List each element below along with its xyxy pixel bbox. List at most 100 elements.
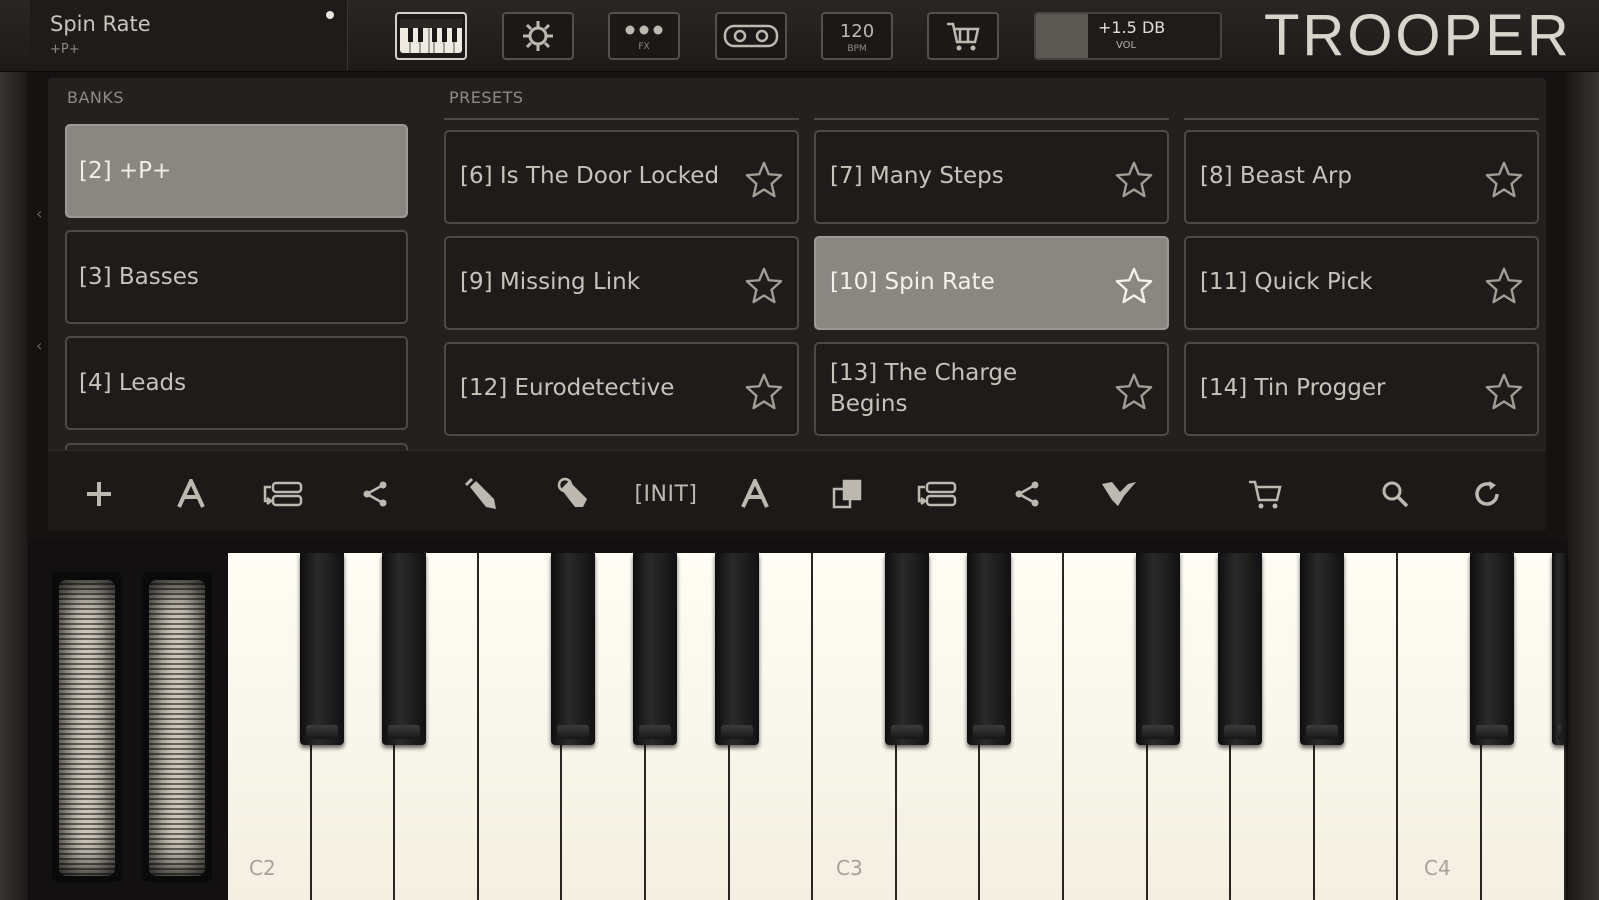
plus-icon: [87, 482, 111, 506]
reorder-icon: [263, 481, 303, 507]
scroll-left-icon[interactable]: ‹: [36, 336, 42, 355]
current-preset-display[interactable]: Spin Rate +P+: [30, 0, 348, 70]
reorder-bank-button[interactable]: [260, 472, 306, 516]
favorite-star-icon[interactable]: [745, 266, 783, 304]
preset-label: [10] Spin Rate: [830, 269, 995, 296]
piano-black-key[interactable]: [1470, 553, 1515, 745]
mod-wheel[interactable]: [149, 580, 205, 876]
preset-label: [14] Tin Progger: [1200, 375, 1386, 402]
key-label-c3: C3: [836, 856, 863, 880]
left-rail: [0, 0, 28, 900]
app-logo: TROOPER: [1258, 4, 1572, 68]
preset-item[interactable]: [14] Tin Progger: [1184, 342, 1539, 436]
bank-item[interactable]: [3] Basses: [65, 230, 408, 324]
piano-black-key[interactable]: [1299, 553, 1344, 745]
piano-black-key[interactable]: [714, 553, 759, 745]
preset-item[interactable]: [11] Quick Pick: [1184, 236, 1539, 330]
tape-button[interactable]: [715, 12, 787, 60]
tempo-button[interactable]: 120 BPM: [821, 12, 893, 60]
pitch-wheel[interactable]: [59, 580, 115, 876]
preset-label: [9] Missing Link: [460, 269, 641, 296]
store-button[interactable]: [927, 12, 999, 60]
store-link-button[interactable]: [1242, 472, 1288, 516]
tempo-icon: 120 BPM: [840, 21, 874, 54]
share-icon: [363, 481, 387, 507]
rename-icon: [177, 479, 205, 508]
piano-black-key[interactable]: [632, 553, 677, 745]
bank-item[interactable]: [2] +P+: [65, 124, 408, 218]
right-rail: [1567, 0, 1599, 900]
volume-label: VOL: [1116, 40, 1137, 51]
piano-black-key[interactable]: [299, 553, 344, 745]
delete-preset-button[interactable]: [550, 472, 596, 516]
bank-item[interactable]: [4] Leads: [65, 336, 408, 430]
share-bank-button[interactable]: [352, 472, 398, 516]
favorite-star-icon[interactable]: [1485, 266, 1523, 304]
svg-text:BPM: BPM: [847, 44, 866, 54]
preset-row-partial: [444, 118, 799, 124]
rename-icon: [741, 479, 769, 508]
presets-header: PRESETS: [449, 88, 524, 107]
volume-level-fill: [1036, 14, 1088, 58]
keyboard-icon: [400, 19, 462, 53]
cart-icon: [947, 22, 980, 51]
refresh-icon: [1475, 481, 1499, 506]
share-preset-button[interactable]: [1004, 472, 1050, 516]
move-preset-button[interactable]: [914, 472, 960, 516]
random-preset-button[interactable]: [1096, 472, 1142, 516]
preset-item[interactable]: [12] Eurodetective: [444, 342, 799, 436]
settings-button[interactable]: [502, 12, 574, 60]
bank-label: [3] Basses: [79, 264, 199, 290]
eraser-icon: [557, 477, 587, 507]
search-button[interactable]: [1372, 472, 1418, 516]
preset-item[interactable]: [7] Many Steps: [814, 130, 1169, 224]
preset-item[interactable]: [13] The Charge Begins: [814, 342, 1169, 436]
favorite-star-icon[interactable]: [1115, 266, 1153, 304]
favorite-star-icon[interactable]: [1115, 160, 1153, 198]
fx-button[interactable]: FX: [608, 12, 680, 60]
piano-black-key[interactable]: [1217, 553, 1262, 745]
preset-item[interactable]: [8] Beast Arp: [1184, 130, 1539, 224]
scroll-left-icon[interactable]: ‹: [36, 204, 42, 223]
preset-item[interactable]: [9] Missing Link: [444, 236, 799, 330]
preset-label: [12] Eurodetective: [460, 375, 675, 402]
gear-icon: [523, 21, 553, 51]
tape-icon: [723, 24, 779, 48]
piano-black-key[interactable]: [550, 553, 595, 745]
preset-item[interactable]: [10] Spin Rate: [814, 236, 1169, 330]
preset-row-partial: [814, 118, 1169, 124]
edit-preset-button[interactable]: [458, 472, 504, 516]
favorite-star-icon[interactable]: [1115, 372, 1153, 410]
copy-preset-button[interactable]: [824, 472, 870, 516]
cart-icon: [1249, 480, 1282, 509]
current-bank-subtitle: +P+: [50, 42, 80, 57]
piano-black-key[interactable]: [1552, 553, 1567, 745]
piano-black-key[interactable]: [885, 553, 930, 745]
copy-icon: [832, 479, 862, 509]
favorite-star-icon[interactable]: [1485, 372, 1523, 410]
search-icon: [1382, 481, 1409, 508]
refresh-button[interactable]: [1464, 472, 1510, 516]
piano-black-key[interactable]: [967, 553, 1012, 745]
preset-item[interactable]: [6] Is The Door Locked: [444, 130, 799, 224]
keyboard-view-button[interactable]: [395, 12, 467, 60]
favorite-star-icon[interactable]: [745, 372, 783, 410]
share-icon: [1015, 481, 1039, 507]
bank-label: [2] +P+: [79, 158, 172, 184]
favorite-star-icon[interactable]: [745, 160, 783, 198]
favorite-star-icon[interactable]: [1485, 160, 1523, 198]
brand-name: TROOPER: [1264, 3, 1572, 68]
rename-preset-button[interactable]: [732, 472, 778, 516]
fx-icon: FX: [625, 25, 663, 52]
piano-black-key[interactable]: [1135, 553, 1180, 745]
piano-black-key[interactable]: [381, 553, 426, 745]
init-preset-button[interactable]: [INIT]: [630, 472, 702, 516]
preset-label: [7] Many Steps: [830, 163, 1004, 190]
volume-slider[interactable]: +1.5 DB VOL: [1034, 12, 1222, 60]
piano-white-key[interactable]: [478, 553, 563, 900]
volume-value: +1.5 DB: [1098, 18, 1166, 37]
key-label-c2: C2: [249, 856, 276, 880]
rename-bank-button[interactable]: [168, 472, 214, 516]
preset-label: [8] Beast Arp: [1200, 163, 1353, 190]
add-bank-button[interactable]: [76, 472, 122, 516]
